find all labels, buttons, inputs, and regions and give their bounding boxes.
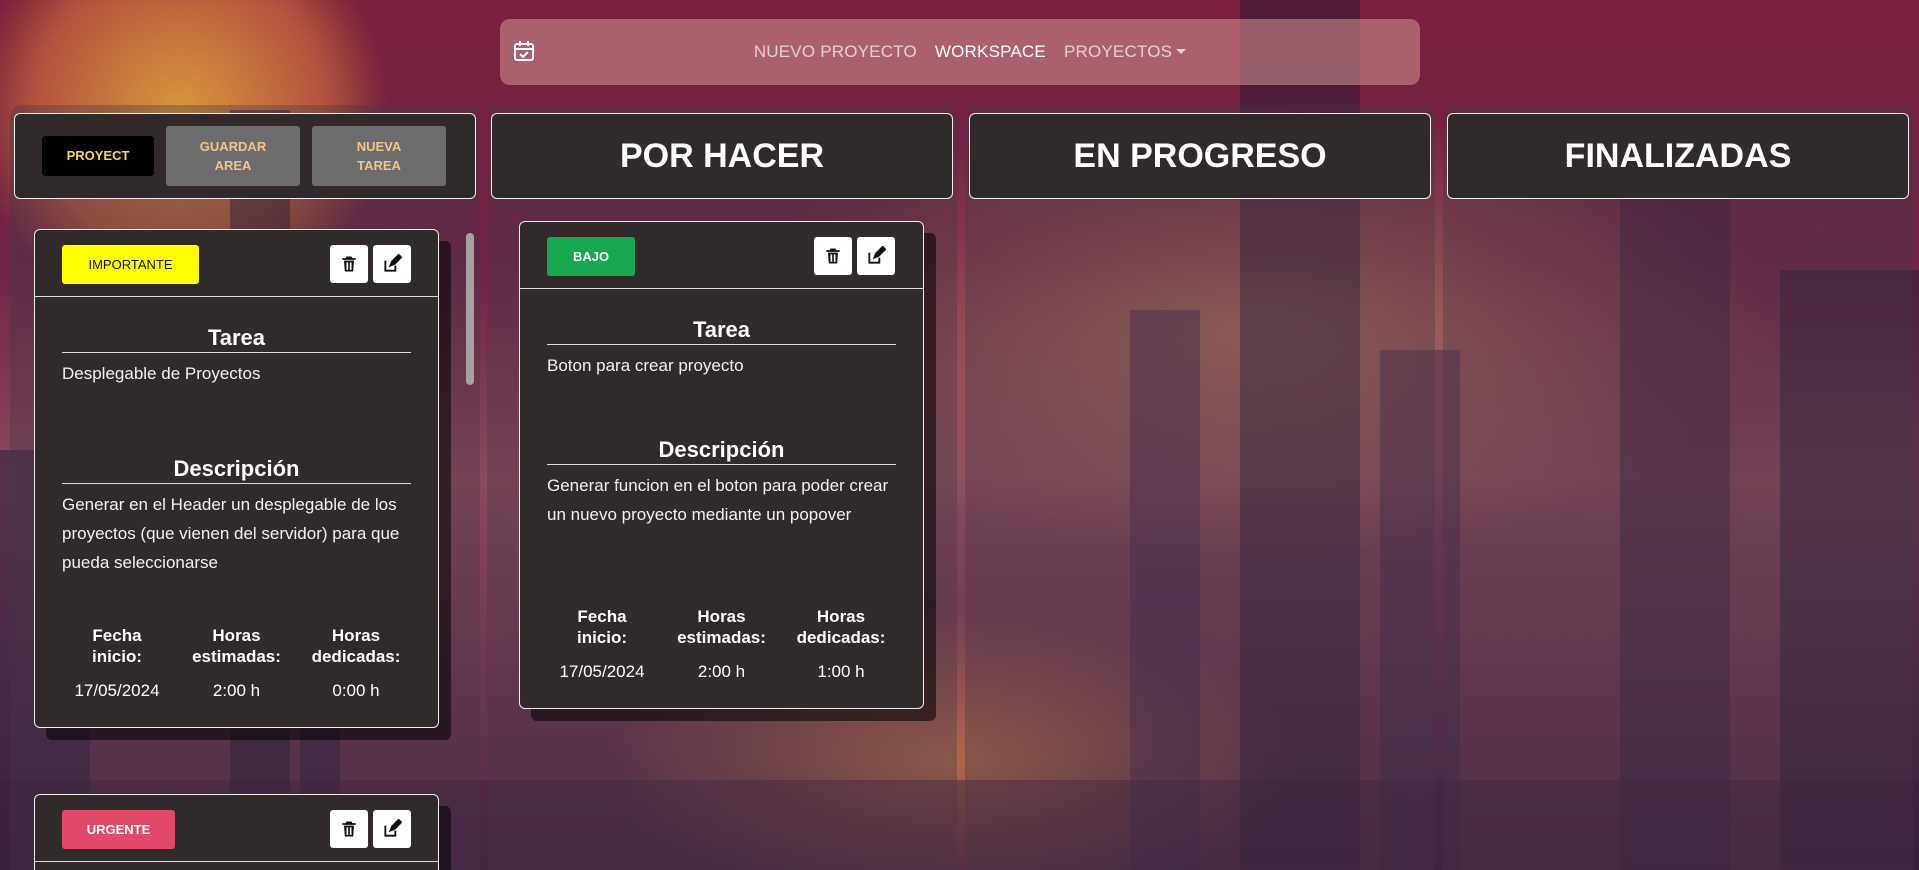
proyect-button[interactable]: PROYECT — [42, 136, 154, 176]
trash-icon — [342, 821, 356, 837]
edit-button[interactable] — [857, 237, 895, 275]
priority-badge[interactable]: URGENTE — [62, 810, 175, 849]
trash-icon — [826, 248, 840, 264]
stat-value: 17/05/2024 — [559, 662, 645, 681]
stat-start-date: Fecha inicio: 17/05/2024 — [62, 625, 172, 701]
card-body: Tarea Desplegable de Proyectos Descripci… — [35, 325, 438, 727]
delete-button[interactable] — [330, 245, 368, 283]
task-stats: Fecha inicio: 17/05/2024 Horas estimadas… — [547, 606, 896, 708]
nav-dropdown-label: PROYECTOS — [1063, 42, 1173, 61]
edit-button[interactable] — [373, 810, 411, 848]
nav-dropdown-proyectos[interactable]: PROYECTOS — [1063, 42, 1187, 62]
nueva-tarea-button[interactable]: NUEVA TAREA — [312, 126, 446, 186]
stat-dedicated-hours: Horas dedicadas: 0:00 h — [301, 625, 411, 701]
stat-dedicated-hours: Horas dedicadas: 1:00 h — [786, 606, 896, 682]
column-title-finalizadas: FINALIZADAS — [1447, 113, 1909, 199]
scrollbar[interactable] — [464, 227, 476, 870]
task-title-label: Tarea — [62, 325, 411, 353]
stat-value: 2:00 h — [212, 681, 261, 700]
nav-link-nuevo-proyecto[interactable]: NUEVO PROYECTO — [754, 42, 917, 62]
stat-label: Horas estimadas: — [192, 626, 281, 666]
edit-icon — [868, 246, 886, 264]
nueva-tarea-label: NUEVA TAREA — [356, 138, 402, 174]
card-body: Tarea Boton para crear proyecto Descripc… — [520, 317, 923, 708]
navbar: NUEVO PROYECTO WORKSPACE PROYECTOS — [500, 19, 1420, 85]
stat-label: Horas estimadas: — [677, 607, 766, 647]
stat-value: 0:00 h — [332, 681, 380, 700]
description-title-label: Descripción — [547, 437, 896, 465]
guardar-area-label: GUARDAR AREA — [199, 138, 267, 174]
task-card[interactable]: URGENTE — [34, 794, 439, 870]
card-header: BAJO — [520, 222, 923, 289]
column-title-por-hacer: POR HACER — [491, 113, 953, 199]
priority-badge[interactable]: IMPORTANTE — [62, 245, 199, 284]
stat-estimated-hours: Horas estimadas: 2:00 h — [667, 606, 777, 682]
task-name: Desplegable de Proyectos — [62, 364, 261, 383]
task-stats: Fecha inicio: 17/05/2024 Horas estimadas… — [62, 625, 411, 727]
task-name: Boton para crear proyecto — [547, 356, 744, 375]
column-title-en-progreso: EN PROGRESO — [969, 113, 1431, 199]
card-header: URGENTE — [35, 795, 438, 862]
nav-links: NUEVO PROYECTO WORKSPACE PROYECTOS — [500, 19, 1420, 85]
stat-value: 2:00 h — [697, 662, 746, 681]
stat-label: Horas dedicadas: — [796, 607, 886, 647]
task-title-label: Tarea — [547, 317, 896, 345]
edit-icon — [384, 819, 402, 837]
stat-estimated-hours: Horas estimadas: 2:00 h — [182, 625, 292, 701]
description-title-label: Descripción — [62, 456, 411, 484]
edit-button[interactable] — [373, 245, 411, 283]
delete-button[interactable] — [330, 810, 368, 848]
stat-start-date: Fecha inicio: 17/05/2024 — [547, 606, 657, 682]
edit-icon — [384, 254, 402, 272]
trash-icon — [342, 256, 356, 272]
task-card[interactable]: BAJO Tarea Boton para crear proyecto Des… — [519, 221, 924, 709]
priority-badge[interactable]: BAJO — [547, 237, 635, 276]
task-card[interactable]: IMPORTANTE Tarea Desplegable de Proyecto… — [34, 229, 439, 728]
stat-value: 1:00 h — [817, 662, 865, 681]
toolbar: PROYECT GUARDAR AREA NUEVA TAREA — [14, 113, 476, 199]
task-description: Generar funcion en el boton para poder c… — [547, 476, 889, 524]
guardar-area-button[interactable]: GUARDAR AREA — [166, 126, 300, 186]
task-description: Generar en el Header un desplegable de l… — [62, 495, 400, 572]
nav-link-workspace[interactable]: WORKSPACE — [935, 42, 1046, 62]
chevron-down-icon — [1176, 49, 1187, 54]
stat-label: Fecha inicio: — [576, 607, 628, 647]
column-finalizadas: FINALIZADAS — [1443, 105, 1913, 870]
column-en-progreso: EN PROGRESO — [965, 105, 1435, 870]
scrollbar-thumb[interactable] — [466, 233, 474, 385]
stat-label: Fecha inicio: — [91, 626, 143, 666]
card-header: IMPORTANTE — [35, 230, 438, 297]
delete-button[interactable] — [814, 237, 852, 275]
stat-value: 17/05/2024 — [74, 681, 160, 700]
stat-label: Horas dedicadas: — [311, 626, 401, 666]
